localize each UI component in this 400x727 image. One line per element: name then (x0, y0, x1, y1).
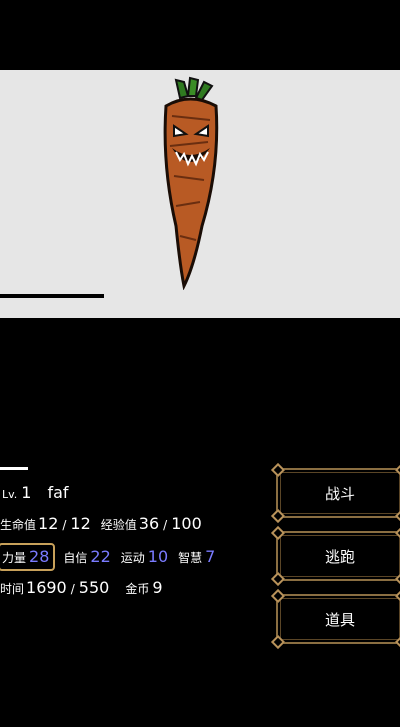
corner-ornament-icon (394, 462, 400, 478)
corner-ornament-icon (394, 588, 400, 604)
corner-ornament-icon (394, 571, 400, 587)
enemy-hp-bar (0, 294, 104, 298)
strength-value: 28 (29, 547, 50, 566)
corner-ornament-icon (270, 525, 286, 541)
wisdom-value: 7 (205, 547, 216, 566)
hp-separator: / (62, 518, 67, 532)
carrot-enemy-sprite (163, 76, 219, 290)
hp-value: 12 (38, 514, 59, 533)
enemy-panel (0, 70, 400, 318)
gold-value: 9 (152, 578, 163, 597)
gold-label: 金币 (125, 582, 150, 596)
corner-ornament-icon (270, 634, 286, 650)
fight-button[interactable]: 战斗 (270, 462, 400, 524)
sport-label: 运动 (120, 551, 145, 565)
time-label: 时间 (0, 582, 25, 596)
confidence-label: 自信 (63, 551, 88, 565)
flee-button[interactable]: 逃跑 (270, 525, 400, 587)
player-hp-bar (0, 467, 28, 470)
flee-button-label: 逃跑 (324, 547, 355, 566)
time-value: 1690 (26, 578, 67, 597)
time-max-value: 550 (78, 578, 110, 597)
time-gold-row: 时间 1690 / 550 金币 9 (0, 578, 163, 606)
level-value: 1 (21, 483, 32, 502)
player-name: faf (47, 483, 69, 502)
hp-label: 生命值 (0, 518, 37, 532)
exp-separator: / (163, 518, 168, 532)
wisdom-label: 智慧 (178, 551, 203, 565)
items-button-label: 道具 (324, 610, 355, 629)
corner-ornament-icon (394, 634, 400, 650)
exp-value: 36 (138, 514, 160, 533)
level-label: Lv. (2, 488, 18, 501)
strength-stat: 力量 28 (0, 543, 56, 571)
confidence-value: 22 (90, 547, 111, 566)
fight-button-label: 战斗 (324, 484, 355, 503)
exp-label: 经验值 (100, 518, 137, 532)
hp-exp-row: 生命值 12 / 12 经验值 36 / 100 (0, 514, 202, 542)
strength-label: 力量 (2, 551, 27, 565)
time-separator: / (70, 582, 75, 596)
sport-value: 10 (147, 547, 169, 566)
corner-ornament-icon (270, 571, 286, 587)
corner-ornament-icon (270, 588, 286, 604)
corner-ornament-icon (270, 508, 286, 524)
level-row: Lv. 1 faf (0, 483, 69, 511)
corner-ornament-icon (270, 462, 286, 478)
attributes-row: 力量 28 自信 22 运动 10 智慧 7 (0, 543, 215, 571)
exp-max-value: 100 (171, 514, 202, 533)
items-button[interactable]: 道具 (270, 588, 400, 650)
hp-max-value: 12 (70, 514, 91, 533)
corner-ornament-icon (394, 508, 400, 524)
corner-ornament-icon (394, 525, 400, 541)
